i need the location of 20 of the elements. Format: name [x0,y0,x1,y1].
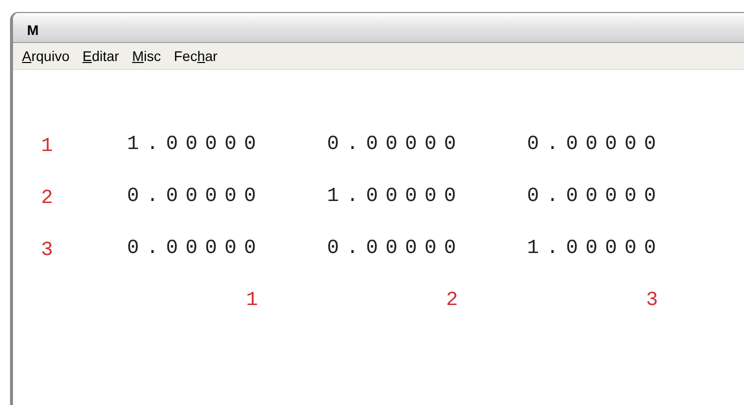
matrix-value: 1.00000 [327,185,464,208]
matrix-value: 0.00000 [527,133,664,156]
column-label: 3 [646,289,658,312]
row-label: 3 [41,239,54,262]
menu-item[interactable]: Editar [82,49,120,63]
menu-item[interactable]: Misc [132,49,161,63]
row-label: 1 [41,135,54,158]
row-label: 2 [41,187,54,210]
matrix-value: 0.00000 [327,133,464,156]
window-title: M [27,21,39,40]
matrix-value: 0.00000 [327,237,464,260]
menu-item[interactable]: Fechar [174,49,218,63]
menu-item[interactable]: Arquivo [22,49,70,63]
matrix-value: 0.00000 [127,185,264,208]
column-label: 1 [246,289,258,312]
matrix-value: 1.00000 [527,237,664,260]
matrix-value: 0.00000 [527,185,664,208]
column-label: 2 [446,289,458,312]
matrix-value: 1.00000 [127,133,264,156]
matrix-value: 0.00000 [127,237,264,260]
